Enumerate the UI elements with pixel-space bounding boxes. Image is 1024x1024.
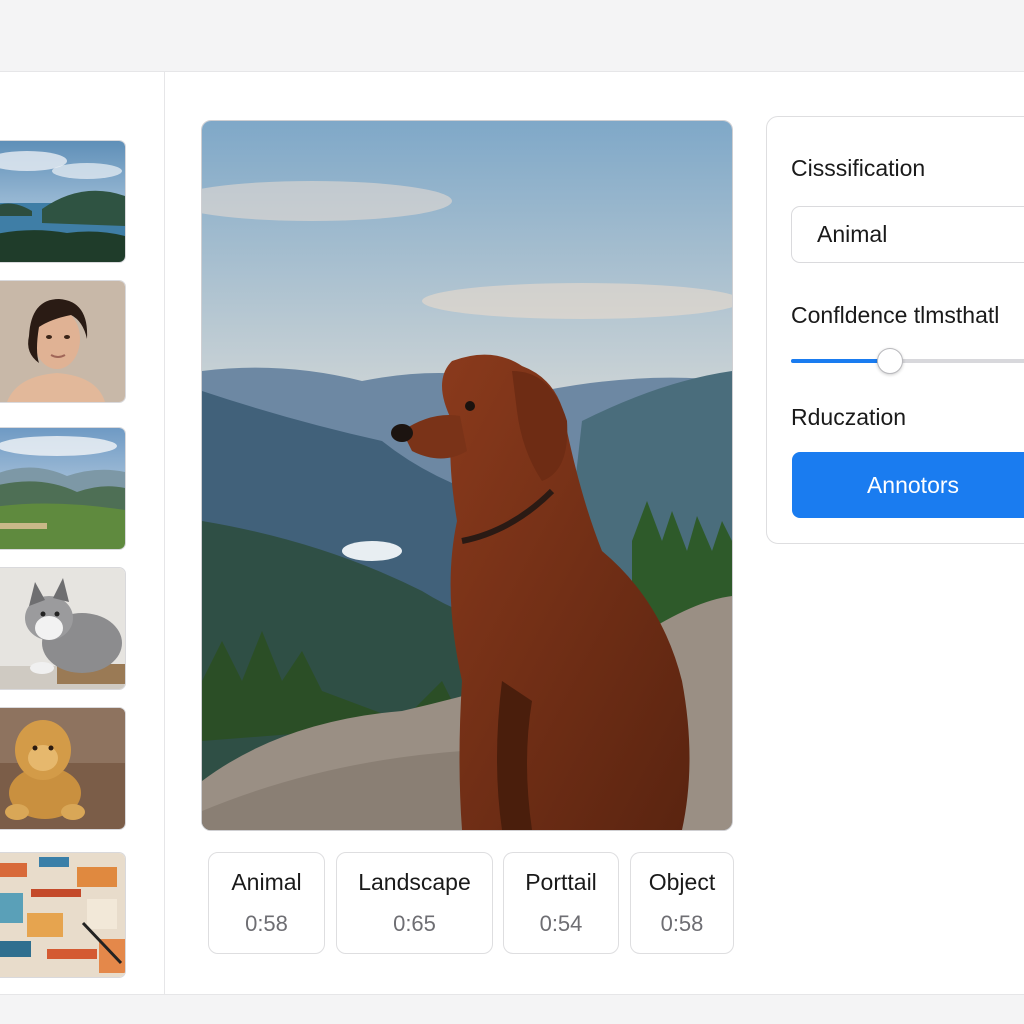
slider-fill [791,359,889,363]
thumbnail-sidebar [0,72,165,994]
classification-panel: Cisssification Animal Confldence tlmstha… [766,116,1024,544]
confidence-label: Confldence tlmsthatl [791,302,1000,328]
score-value: 0:54 [539,911,583,936]
thumbnail-woman-portrait[interactable] [0,280,126,403]
top-bar [0,0,1024,71]
thumbnail-valley-landscape[interactable] [0,427,126,550]
score-label: Object [648,869,716,895]
score-label: Landscape [358,869,471,895]
score-value: 0:58 [660,911,704,936]
main-image-dog[interactable] [201,120,733,831]
thumbnail-lion-plush[interactable] [0,707,126,830]
annotate-button[interactable]: Annotors [792,452,1024,518]
score-value: 0:65 [393,911,436,936]
app-window: Animal 0:58 Landscape 0:65 Porttail 0:54… [0,71,1024,995]
classification-select[interactable]: Animal [791,206,1024,263]
score-label: Animal [231,869,302,895]
thumbnail-husky-plush[interactable] [0,567,126,690]
thumbnail-lake-landscape[interactable] [0,140,126,263]
score-card-animal[interactable]: Animal 0:58 [208,852,325,954]
reduction-label: Rduczation [791,404,907,430]
score-label: Porttail [525,869,597,895]
classification-label: Cisssification [791,155,926,181]
score-card-object[interactable]: Object 0:58 [630,852,734,954]
confidence-slider[interactable] [791,347,1024,375]
slider-knob[interactable] [877,348,903,374]
score-card-portrait[interactable]: Porttail 0:54 [503,852,619,954]
score-value: 0:58 [245,911,288,936]
score-card-landscape[interactable]: Landscape 0:65 [336,852,493,954]
thumbnail-abstract-pattern[interactable] [0,852,126,978]
